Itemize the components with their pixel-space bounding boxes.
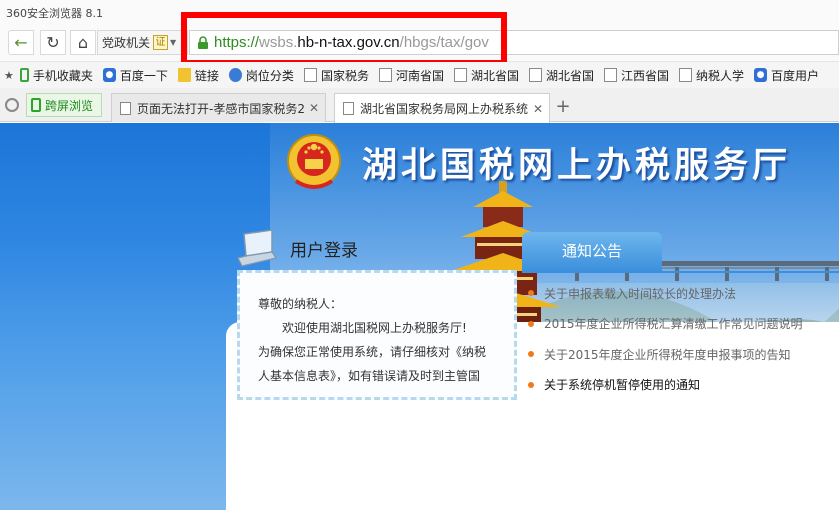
bullet-icon bbox=[528, 381, 534, 388]
bookmark-star-icon[interactable]: ★ bbox=[4, 69, 14, 82]
home-icon: ⌂ bbox=[77, 33, 89, 52]
phone-icon bbox=[19, 68, 29, 82]
bullet-icon bbox=[528, 351, 534, 358]
notice-item[interactable]: 关于2015年度企业所得税年度申报事项的告知 bbox=[528, 339, 839, 370]
banner-title: 湖北国税网上办税服务厅 bbox=[362, 146, 792, 186]
url-path: /hbgs/tax/gov bbox=[399, 34, 489, 51]
login-text-line: 为确保您正常使用系统，请仔细核对《纳税 bbox=[258, 345, 487, 359]
page-icon bbox=[679, 68, 693, 82]
notice-item[interactable]: 关于系统停机暂停使用的通知 bbox=[528, 370, 839, 401]
notice-link[interactable]: 关于系统停机暂停使用的通知 bbox=[544, 376, 700, 393]
login-notice-box: 尊敬的纳税人： 欢迎使用湖北国税网上办税服务厅! 为确保您正常使用系统，请仔细核… bbox=[237, 270, 517, 400]
reload-icon: ↻ bbox=[46, 33, 60, 52]
page-icon bbox=[604, 68, 617, 82]
bookmark-label: 岗位分类 bbox=[245, 68, 294, 83]
certificate-icon: 证 bbox=[153, 35, 169, 50]
login-welcome: 欢迎使用湖北国税网上办税服务厅! bbox=[282, 321, 467, 335]
home-button[interactable]: ⌂ bbox=[70, 30, 96, 55]
notice-link[interactable]: 关于申报表载入时间较长的处理办法 bbox=[544, 285, 736, 302]
bookmark-item[interactable]: 湖北省国 bbox=[453, 67, 519, 84]
browser-tab-active[interactable]: 湖北省国家税务局网上办税系统 ✕ bbox=[334, 93, 550, 123]
page-icon bbox=[453, 68, 467, 82]
address-bar[interactable]: https://wsbs.hb-n-tax.gov.cn/hbgs/tax/go… bbox=[189, 30, 839, 55]
notice-item[interactable]: 2015年度企业所得税汇算清缴工作常见问题说明 bbox=[528, 309, 839, 340]
url-scheme: https:// bbox=[214, 34, 260, 51]
notice-list: 关于申报表载入时间较长的处理办法 2015年度企业所得税汇算清缴工作常见问题说明… bbox=[528, 278, 839, 400]
bookmark-item[interactable]: ● 百度用户 bbox=[754, 67, 819, 84]
globe-icon bbox=[228, 68, 242, 82]
back-button[interactable]: ← bbox=[8, 30, 34, 55]
bookmark-item[interactable]: 河南省国 bbox=[378, 67, 444, 84]
page-icon bbox=[343, 102, 354, 115]
bookmark-item[interactable]: 国家税务 bbox=[303, 67, 369, 84]
navigation-toolbar: ← ↻ ⌂ 党政机关 证 ▼ https://wsbs.hb-n-tax.gov… bbox=[0, 26, 839, 62]
login-text-line: 人基本信息表》，如有错误请及时到主管国 bbox=[258, 369, 481, 383]
bookmark-item[interactable]: 手机收藏夹 bbox=[19, 67, 93, 84]
page-icon bbox=[378, 68, 392, 82]
site-zone-label: 党政机关 bbox=[102, 36, 151, 50]
bookmark-label: 链接 bbox=[194, 68, 219, 83]
page-icon bbox=[528, 68, 542, 82]
url-host-prefix: wsbs. bbox=[259, 34, 298, 51]
url-host: hb-n-tax.gov.cn bbox=[297, 34, 400, 51]
page-icon bbox=[120, 101, 131, 115]
folder-icon bbox=[177, 68, 191, 82]
baidu-paw-icon: ● bbox=[754, 68, 768, 82]
new-tab-button[interactable]: + bbox=[553, 98, 573, 118]
tab-label: 湖北省国家税务局网上办税系统 bbox=[360, 102, 529, 116]
bookmark-item[interactable]: 江西省国 bbox=[604, 67, 669, 84]
notice-item[interactable]: 关于申报表载入时间较长的处理办法 bbox=[528, 278, 839, 309]
login-greeting: 尊敬的纳税人： bbox=[258, 297, 343, 311]
site-zone-dropdown[interactable]: 党政机关 证 ▼ bbox=[97, 30, 188, 55]
notice-divider bbox=[522, 271, 839, 273]
window-titlebar: 360安全浏览器 8.1 bbox=[0, 0, 839, 26]
bullet-icon bbox=[528, 290, 534, 297]
bookmark-item[interactable]: ● 百度一下 bbox=[102, 67, 168, 84]
close-icon[interactable]: ✕ bbox=[531, 102, 545, 116]
lock-icon bbox=[196, 35, 210, 50]
reload-button[interactable]: ↻ bbox=[40, 30, 66, 55]
split-view-button[interactable]: 跨屏浏览 bbox=[26, 93, 102, 117]
bookmark-label: 国家税务 bbox=[320, 68, 369, 83]
national-emblem-icon bbox=[287, 134, 341, 189]
bookmark-label: 湖北省国 bbox=[545, 68, 594, 83]
bookmark-item[interactable]: 湖北省国 bbox=[528, 67, 594, 84]
bookmark-label: 手机收藏夹 bbox=[32, 68, 93, 83]
bookmark-item[interactable]: 链接 bbox=[177, 67, 219, 84]
login-section-title: 用户登录 bbox=[290, 241, 358, 261]
bookmark-label: 河南省国 bbox=[395, 68, 444, 83]
plus-icon: + bbox=[555, 96, 571, 117]
tab-notice[interactable]: 通知公告 bbox=[522, 232, 662, 272]
bullet-icon bbox=[528, 320, 534, 327]
bookmark-item[interactable]: 岗位分类 bbox=[228, 67, 294, 84]
bookmarks-bar: ★ 手机收藏夹 ● 百度一下 链接 岗位分类 国家税务 河南省国 湖北省国 湖北省… bbox=[0, 62, 839, 88]
chevron-down-icon: ▼ bbox=[170, 38, 177, 47]
bookmark-item[interactable]: 纳税人学 bbox=[679, 67, 744, 84]
browser-tab[interactable]: 页面无法打开-孝感市国家税务2 ✕ bbox=[111, 93, 326, 122]
bookmark-label: 百度一下 bbox=[119, 68, 168, 83]
bookmark-label: 百度用户 bbox=[771, 68, 820, 83]
bookmark-label: 江西省国 bbox=[621, 68, 670, 83]
notice-link[interactable]: 2015年度企业所得税汇算清缴工作常见问题说明 bbox=[544, 315, 803, 332]
bookmark-label: 纳税人学 bbox=[696, 68, 745, 83]
page-icon bbox=[303, 68, 317, 82]
close-icon[interactable]: ✕ bbox=[307, 101, 321, 115]
tab-strip: 跨屏浏览 页面无法打开-孝感市国家税务2 ✕ 湖北省国家税务局网上办税系统 ✕ … bbox=[0, 88, 839, 123]
app-title: 360安全浏览器 8.1 bbox=[6, 7, 103, 20]
url-text: https://wsbs.hb-n-tax.gov.cn/hbgs/tax/go… bbox=[214, 34, 489, 51]
bookmark-label: 湖北省国 bbox=[470, 68, 519, 83]
split-view-label: 跨屏浏览 bbox=[45, 98, 94, 113]
tab-menu-icon[interactable] bbox=[5, 98, 19, 112]
notice-link[interactable]: 关于2015年度企业所得税年度申报事项的告知 bbox=[544, 346, 791, 363]
tab-label: 页面无法打开-孝感市国家税务2 bbox=[137, 101, 305, 116]
baidu-paw-icon: ● bbox=[102, 68, 116, 82]
back-arrow-icon: ← bbox=[14, 33, 28, 52]
phone-icon bbox=[31, 98, 41, 112]
laptop-icon bbox=[237, 229, 277, 267]
